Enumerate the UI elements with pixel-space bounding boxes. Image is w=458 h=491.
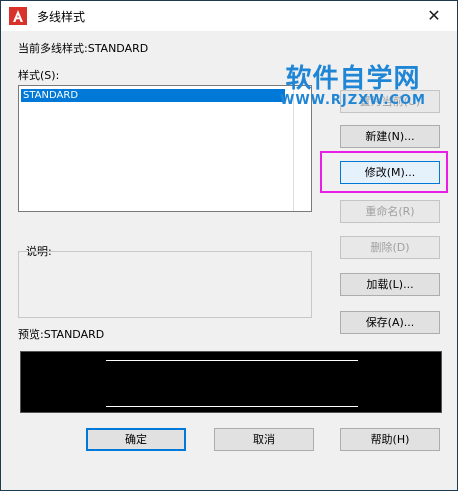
watermark-url: WWW.RJZXW.COM	[280, 93, 426, 108]
autocad-app-icon	[9, 7, 27, 25]
styles-listbox[interactable]: STANDARD	[18, 85, 312, 212]
load-button[interactable]: 加载(L)...	[340, 273, 440, 296]
current-style-label: 当前多线样式:STANDARD	[18, 42, 149, 55]
title-bar: 多线样式 ✕	[1, 1, 457, 31]
watermark: 软件自学网 WWW.RJZXW.COM	[280, 64, 426, 108]
cancel-button[interactable]: 取消	[214, 428, 314, 451]
new-button[interactable]: 新建(N)...	[340, 125, 440, 148]
delete-button[interactable]: 删除(D)	[340, 236, 440, 259]
close-icon[interactable]: ✕	[421, 4, 447, 28]
help-button[interactable]: 帮助(H)	[340, 428, 440, 451]
preview-line-top	[106, 360, 358, 361]
save-button[interactable]: 保存(A)...	[340, 311, 440, 334]
modify-button[interactable]: 修改(M)...	[340, 161, 440, 184]
rename-button[interactable]: 重命名(R)	[340, 200, 440, 223]
multiline-preview	[20, 351, 442, 413]
preview-label: 预览:STANDARD	[18, 328, 105, 341]
styles-label: 样式(S):	[18, 69, 60, 82]
list-item-standard[interactable]: STANDARD	[21, 89, 285, 102]
description-box	[18, 251, 312, 318]
window-title: 多线样式	[37, 10, 86, 24]
watermark-title: 软件自学网	[285, 64, 421, 94]
ok-button[interactable]: 确定	[86, 428, 186, 451]
preview-line-bottom	[106, 406, 358, 407]
